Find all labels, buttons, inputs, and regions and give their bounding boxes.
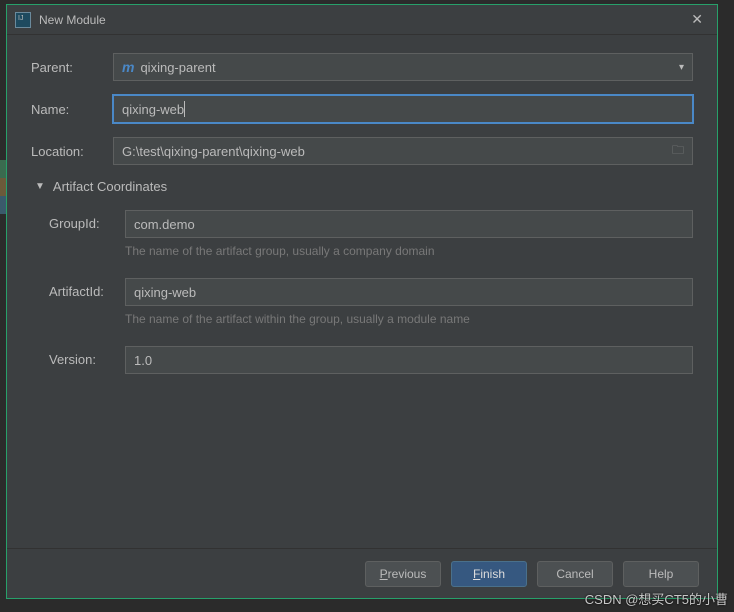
dialog-title: New Module [39, 13, 685, 27]
version-input[interactable]: 1.0 [125, 346, 693, 374]
version-label: Version: [49, 346, 125, 367]
chevron-down-icon: ▾ [679, 62, 684, 73]
parent-row: Parent: m qixing-parent ▾ [31, 53, 693, 81]
parent-label: Parent: [31, 60, 113, 75]
location-value: G:\test\qixing-parent\qixing-web [122, 144, 305, 159]
artifactid-row: ArtifactId: qixing-web The name of the a… [49, 278, 693, 340]
name-input[interactable]: qixing-web [113, 95, 693, 123]
location-input[interactable]: G:\test\qixing-parent\qixing-web 🗀 [113, 137, 693, 165]
artifactid-value: qixing-web [134, 285, 196, 300]
version-value: 1.0 [134, 353, 152, 368]
cancel-button[interactable]: Cancel [537, 561, 613, 587]
app-icon [15, 12, 31, 28]
previous-button[interactable]: Previous [365, 561, 441, 587]
groupid-row: GroupId: com.demo The name of the artifa… [49, 210, 693, 272]
module-icon: m [122, 59, 134, 75]
name-row: Name: qixing-web [31, 95, 693, 123]
triangle-down-icon: ▼ [35, 181, 45, 192]
artifactid-hint: The name of the artifact within the grou… [125, 312, 693, 326]
titlebar[interactable]: New Module ✕ [7, 5, 717, 35]
name-label: Name: [31, 102, 113, 117]
text-cursor [184, 101, 185, 117]
version-row: Version: 1.0 [49, 346, 693, 374]
watermark: CSDN @想买CT5的小曹 [585, 589, 728, 608]
parent-value: qixing-parent [140, 60, 215, 75]
new-module-dialog: New Module ✕ Parent: m qixing-parent ▾ N… [6, 4, 718, 599]
artifactid-label: ArtifactId: [49, 278, 125, 299]
name-value: qixing-web [122, 102, 184, 117]
folder-icon[interactable]: 🗀 [672, 141, 684, 162]
dialog-content: Parent: m qixing-parent ▾ Name: qixing-w… [7, 35, 717, 548]
location-label: Location: [31, 144, 113, 159]
artifact-section-title: Artifact Coordinates [53, 179, 167, 194]
parent-dropdown[interactable]: m qixing-parent ▾ [113, 53, 693, 81]
groupid-hint: The name of the artifact group, usually … [125, 244, 693, 258]
close-icon[interactable]: ✕ [685, 11, 709, 28]
artifact-group: GroupId: com.demo The name of the artifa… [31, 210, 693, 374]
help-button[interactable]: Help [623, 561, 699, 587]
location-row: Location: G:\test\qixing-parent\qixing-w… [31, 137, 693, 165]
groupid-value: com.demo [134, 217, 195, 232]
finish-button[interactable]: Finish [451, 561, 527, 587]
groupid-label: GroupId: [49, 210, 125, 231]
groupid-input[interactable]: com.demo [125, 210, 693, 238]
artifactid-input[interactable]: qixing-web [125, 278, 693, 306]
artifact-coordinates-toggle[interactable]: ▼ Artifact Coordinates [35, 179, 693, 194]
